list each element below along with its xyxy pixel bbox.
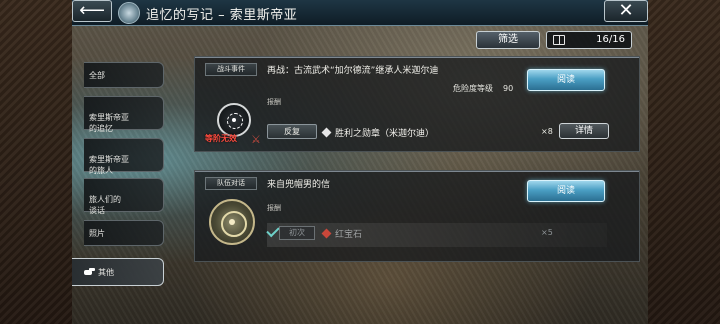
quest-title: 再战：古流武术“加尔德流”继承人米迦尔迪 [267,66,439,76]
danger-level: 危险度等级 90 [453,83,513,94]
check-icon [266,223,280,238]
danger-label: 危险度等级 [453,84,493,93]
sidebar-item-label: 全部 [89,71,105,80]
divider [195,57,639,58]
reward-item-name: 胜利之勋章（米迦尔迪） [335,129,435,139]
sidebar-item-label: 其他 [98,268,114,277]
quest-tag: 战斗事件 [205,63,257,76]
book-icon [553,35,565,45]
reward-row: 初次 红宝石 ×5 [266,223,607,247]
party-emblem-icon [209,199,255,245]
detail-button[interactable]: 详情 [559,123,609,139]
sidebar-item-traveler-talks[interactable]: 旅人们的 谈话 [84,178,164,215]
sidebar-item-other[interactable]: 其他 [72,258,164,286]
rank-invalid-badge: 等阶无效 [205,134,237,143]
crossed-swords-icon: ⚔ [251,133,261,146]
title-emblem-icon [118,2,140,24]
ruby-icon [321,228,332,239]
reward-item-name: 红宝石 [335,230,363,240]
medal-icon [321,127,332,138]
sidebar-item-solistia-travelers[interactable]: 索里斯帝亚 的旅人 [84,138,164,175]
close-button[interactable]: ✕ [604,0,648,22]
divider [195,171,639,172]
reward-label: 报酬 [267,98,281,106]
read-button[interactable]: 阅读 [527,180,605,202]
entry-counter: 16/16 [546,31,632,49]
quest-card: 战斗事件 再战：古流武术“加尔德流”继承人米迦尔迪 阅读 危险度等级 90 报酬 … [194,56,640,152]
status-chip: 初次 [279,226,315,240]
close-icon: ✕ [618,0,634,21]
pointing-hand-icon [84,267,95,276]
counter-value: 16/16 [596,34,625,45]
page-title: 追忆的写记 – 索里斯帝亚 [146,8,298,23]
danger-value: 90 [503,84,514,93]
sidebar-item-label: 照片 [89,229,105,238]
read-button[interactable]: 阅读 [527,69,605,91]
arrow-left-icon: ⟵ [79,0,105,21]
quest-tag: 队伍对话 [205,177,257,190]
reward-quantity: ×5 [541,228,553,237]
quest-title: 来自兜帽男的信 [267,180,331,190]
back-button[interactable]: ⟵ [72,0,112,22]
battle-emblem-icon [217,103,251,137]
filter-button[interactable]: 筛选 [476,31,540,49]
status-chip: 反复 [267,124,317,139]
reward-quantity: ×8 [541,127,553,136]
sidebar-item-photos[interactable]: 照片 [84,220,164,246]
sidebar-item-solistia-memories[interactable]: 索里斯帝亚 的追忆 [84,96,164,133]
reward-item: 胜利之勋章（米迦尔迪） [321,126,435,139]
reward-item: 红宝石 [321,227,363,240]
sidebar-item-all[interactable]: 全部 [84,62,164,88]
reward-label: 报酬 [267,204,281,212]
quest-card: 队伍对话 来自兜帽男的信 阅读 报酬 初次 红宝石 ×5 [194,170,640,262]
